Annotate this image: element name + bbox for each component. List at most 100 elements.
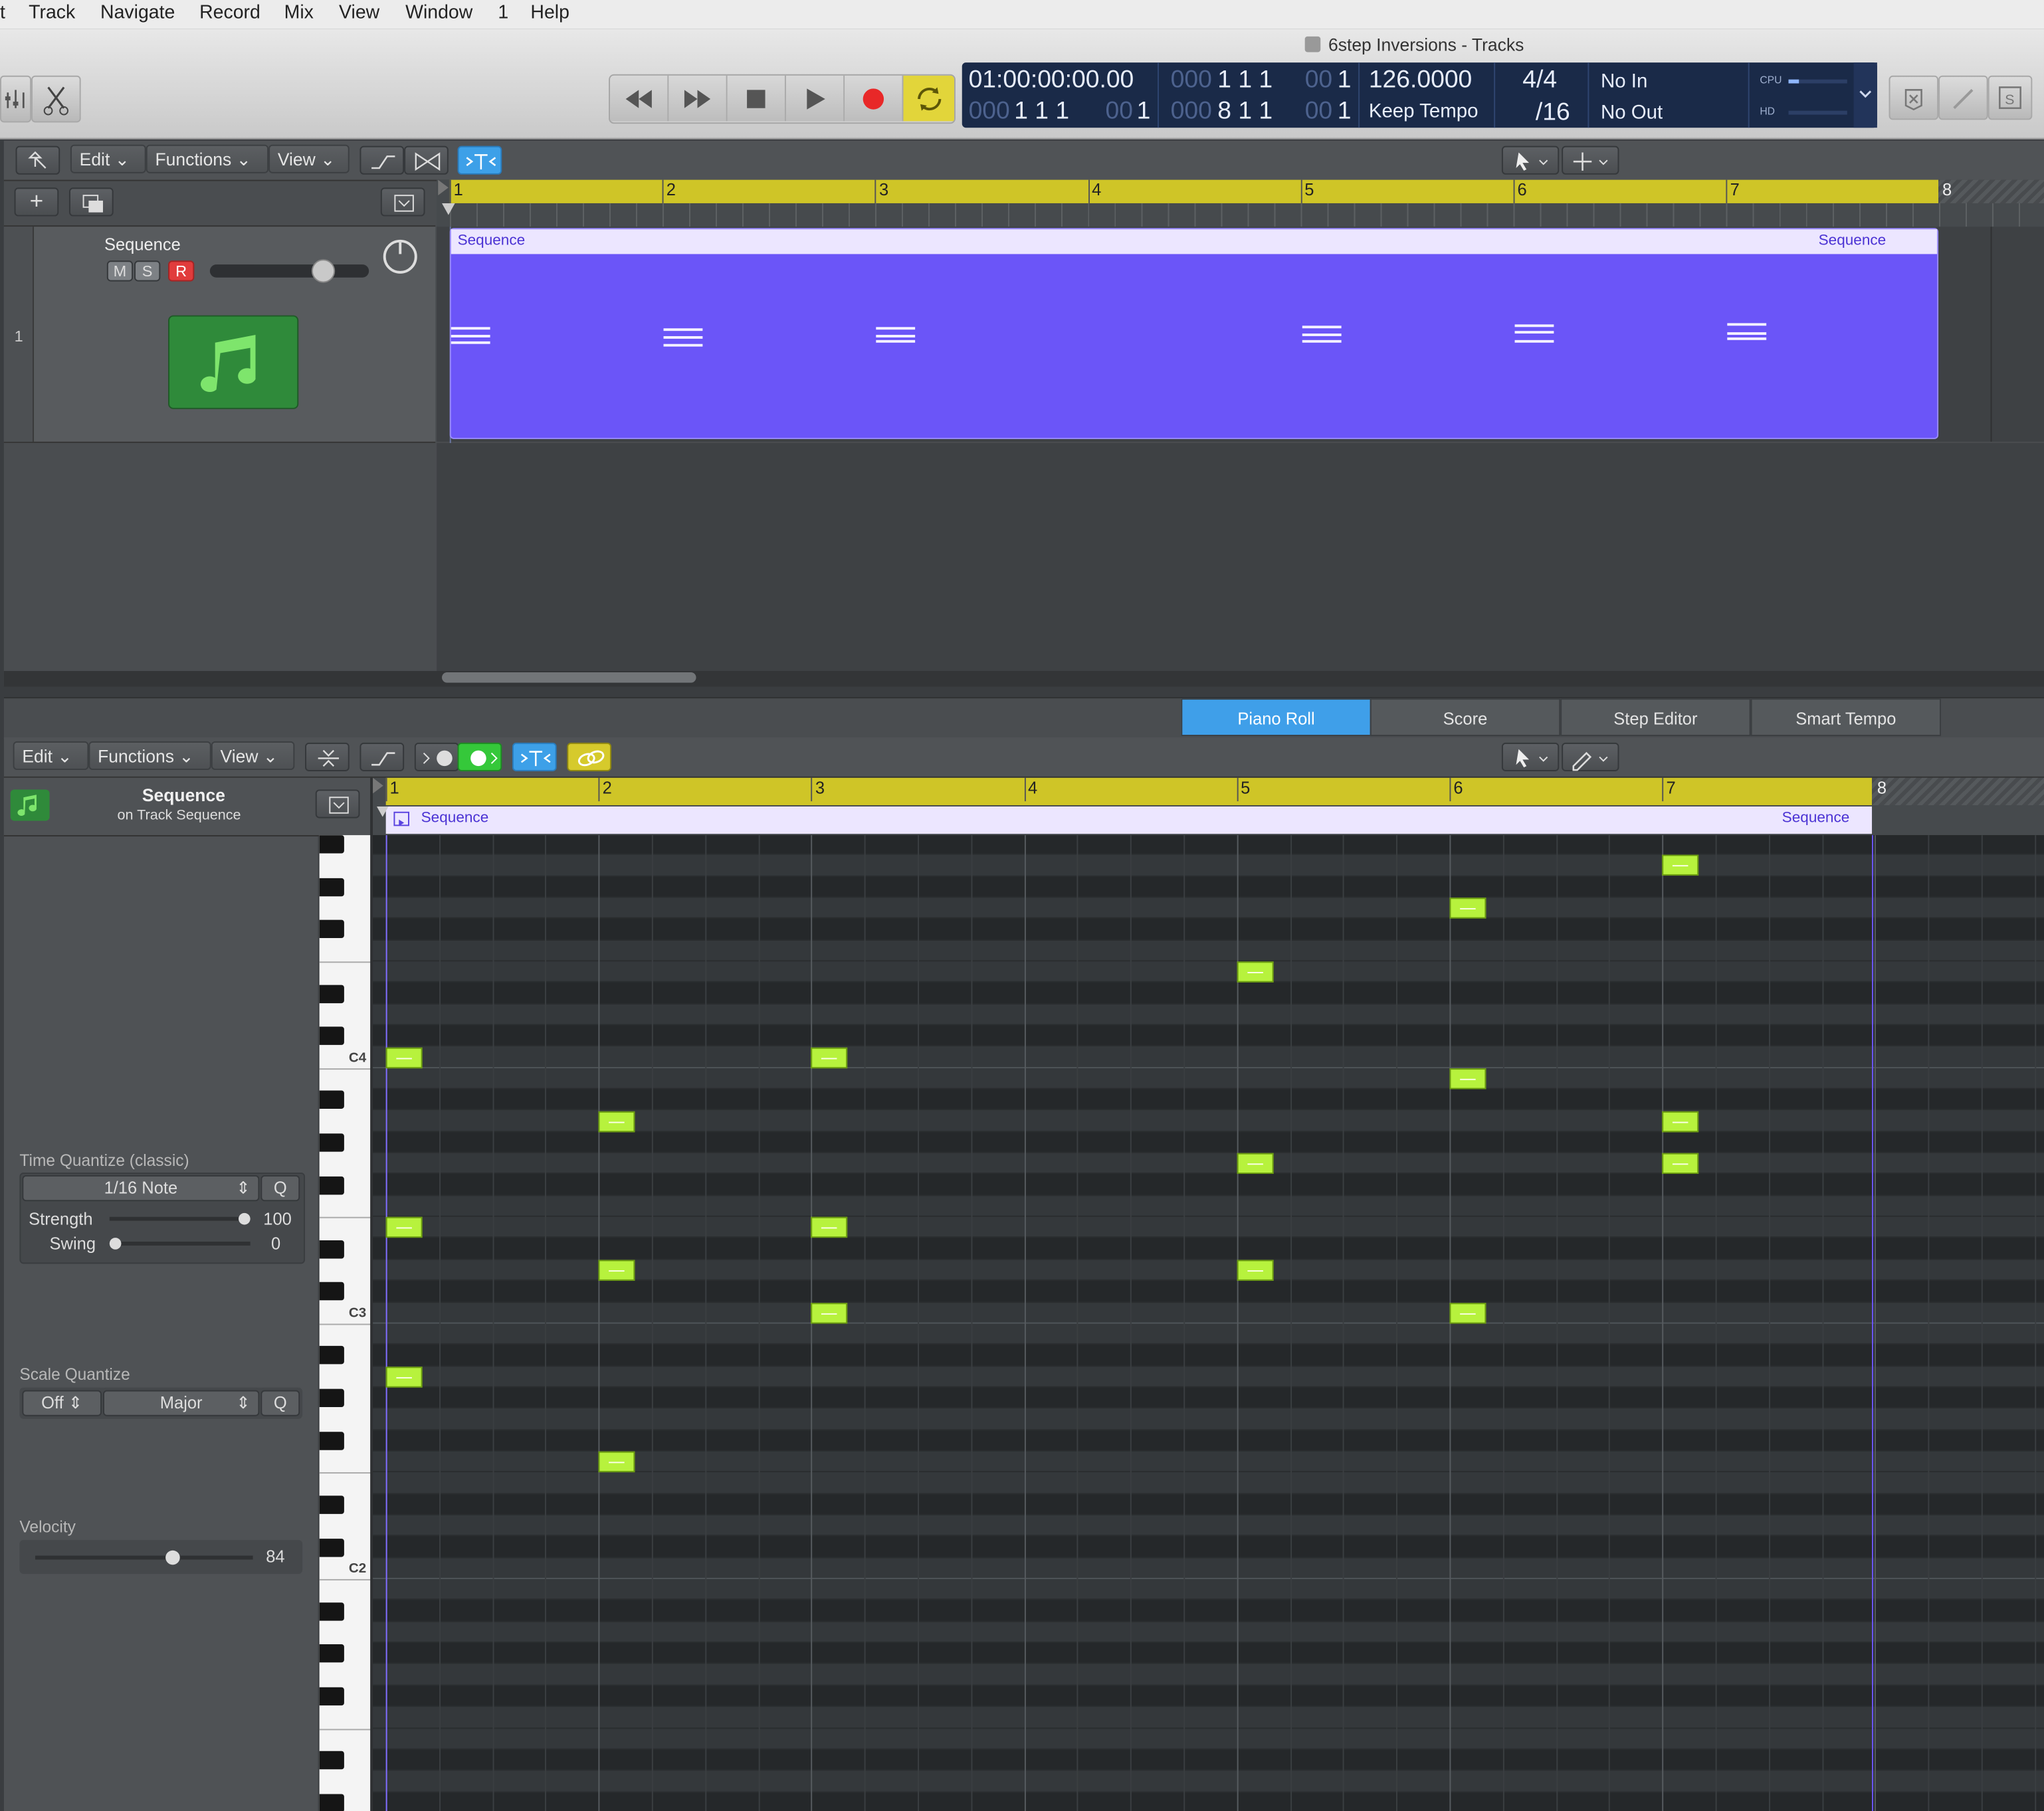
track-icon[interactable] bbox=[168, 315, 299, 409]
play-button[interactable] bbox=[785, 75, 845, 122]
black-key[interactable] bbox=[319, 1346, 344, 1365]
catch-playhead-button[interactable] bbox=[457, 145, 502, 175]
midi-note[interactable] bbox=[811, 1217, 848, 1238]
tracks-edit-menu[interactable]: Edit ⌄ bbox=[70, 144, 146, 173]
midi-note[interactable] bbox=[1662, 1110, 1699, 1132]
midi-note[interactable] bbox=[598, 1260, 635, 1281]
menu-item-mix[interactable]: Mix bbox=[284, 3, 314, 23]
black-key[interactable] bbox=[319, 1602, 344, 1620]
volume-slider[interactable] bbox=[209, 264, 369, 278]
record-enable-button[interactable]: R bbox=[168, 260, 195, 282]
swing-knob[interactable] bbox=[109, 1238, 122, 1250]
black-key[interactable] bbox=[319, 878, 344, 896]
record-button[interactable] bbox=[845, 75, 904, 122]
back-button[interactable] bbox=[15, 145, 60, 175]
track-name[interactable]: Sequence bbox=[104, 235, 181, 254]
piano-playhead-marker[interactable] bbox=[376, 806, 390, 822]
menu-item-1[interactable]: 1 bbox=[498, 3, 508, 23]
midi-note[interactable] bbox=[598, 1110, 635, 1132]
midi-note[interactable] bbox=[1662, 1153, 1699, 1175]
piano-keyboard[interactable]: C4 C3 C2 bbox=[319, 835, 372, 1811]
menu-item-record[interactable]: Record bbox=[199, 3, 260, 23]
piano-region-header[interactable]: Sequence Sequence bbox=[385, 806, 1873, 834]
tab-step-editor[interactable]: Step Editor bbox=[1560, 698, 1751, 737]
tracks-functions-menu[interactable]: Functions ⌄ bbox=[146, 144, 269, 173]
browser-toggle-button[interactable]: S bbox=[1988, 75, 2033, 120]
piano-right-tool-menu[interactable] bbox=[1562, 742, 1619, 772]
midi-note[interactable] bbox=[1237, 961, 1274, 983]
midi-in-button[interactable] bbox=[414, 742, 459, 772]
tempo-mode[interactable]: Keep Tempo bbox=[1369, 100, 1479, 122]
solo-button[interactable]: S bbox=[134, 260, 161, 282]
midi-note[interactable] bbox=[1237, 1260, 1274, 1281]
horizontal-scroll-track[interactable] bbox=[3, 670, 2044, 687]
midi-note[interactable] bbox=[1449, 898, 1486, 919]
add-track-button[interactable]: + bbox=[14, 187, 59, 217]
tab-smart-tempo[interactable]: Smart Tempo bbox=[1750, 698, 1942, 737]
link-button[interactable] bbox=[567, 742, 612, 772]
midi-note[interactable] bbox=[385, 1217, 423, 1238]
piano-roll-grid[interactable] bbox=[373, 835, 2044, 1811]
menu-item-app[interactable]: t bbox=[0, 3, 5, 23]
cycle-start-marker[interactable] bbox=[438, 179, 451, 201]
duplicate-track-button[interactable] bbox=[68, 187, 114, 217]
midi-note[interactable] bbox=[385, 1046, 423, 1068]
automation-button[interactable] bbox=[359, 145, 405, 175]
black-key[interactable] bbox=[319, 984, 344, 1003]
black-key[interactable] bbox=[319, 1751, 344, 1770]
menu-item-help[interactable]: Help bbox=[530, 3, 569, 23]
stop-button[interactable] bbox=[727, 75, 786, 122]
midi-note[interactable] bbox=[1237, 1153, 1274, 1175]
menu-item-view[interactable]: View bbox=[339, 3, 379, 23]
pan-knob[interactable] bbox=[383, 239, 417, 274]
scale-root-select[interactable]: Off ⇕ bbox=[22, 1390, 102, 1416]
swing-value[interactable]: 0 bbox=[271, 1234, 280, 1253]
menu-item-navigate[interactable]: Navigate bbox=[100, 3, 175, 23]
strength-knob[interactable] bbox=[238, 1212, 251, 1225]
volume-slider-knob[interactable] bbox=[311, 259, 336, 283]
flex-button[interactable] bbox=[404, 145, 449, 175]
fast-forward-button[interactable] bbox=[668, 75, 728, 122]
horizontal-scrollbar[interactable] bbox=[442, 672, 696, 683]
menu-item-track[interactable]: Track bbox=[29, 3, 75, 23]
piano-view-menu[interactable]: View ⌄ bbox=[211, 741, 295, 771]
division[interactable]: /16 bbox=[1536, 99, 1570, 128]
black-key[interactable] bbox=[319, 1687, 344, 1706]
tracks-view-menu[interactable]: View ⌄ bbox=[268, 144, 350, 173]
black-key[interactable] bbox=[319, 1090, 344, 1109]
global-tracks-button[interactable] bbox=[380, 187, 425, 217]
rewind-button[interactable] bbox=[610, 75, 669, 122]
black-key[interactable] bbox=[319, 1026, 344, 1046]
time-signature[interactable]: 4/4 bbox=[1522, 66, 1557, 95]
midi-note[interactable] bbox=[811, 1302, 848, 1323]
region-play-icon[interactable] bbox=[393, 811, 409, 826]
black-key[interactable] bbox=[319, 1176, 344, 1194]
black-key[interactable] bbox=[319, 1431, 344, 1450]
midi-note[interactable] bbox=[385, 1366, 423, 1388]
left-tool-menu[interactable] bbox=[1501, 145, 1560, 175]
tab-score[interactable]: Score bbox=[1370, 698, 1561, 737]
black-key[interactable] bbox=[319, 1133, 344, 1152]
scale-type-select[interactable]: Major ⇕ bbox=[102, 1390, 260, 1416]
mute-button[interactable]: M bbox=[106, 260, 134, 282]
velocity-slider[interactable] bbox=[35, 1550, 253, 1565]
mixer-toggle-button[interactable] bbox=[0, 75, 32, 123]
tab-piano-roll[interactable]: Piano Roll bbox=[1181, 698, 1372, 737]
velocity-value[interactable]: 84 bbox=[266, 1547, 284, 1566]
time-quantize-select[interactable]: 1/16 Note ⇕ bbox=[22, 1175, 260, 1202]
midi-note[interactable] bbox=[811, 1046, 848, 1068]
scissors-tool-button[interactable] bbox=[31, 75, 81, 123]
inspector-collapse-button[interactable] bbox=[315, 789, 360, 818]
piano-catch-button[interactable] bbox=[512, 742, 557, 772]
midi-note[interactable] bbox=[1449, 1068, 1486, 1090]
lcd-dropdown-button[interactable] bbox=[1853, 62, 1877, 128]
black-key[interactable] bbox=[319, 1388, 344, 1408]
midi-region[interactable]: Sequence Sequence bbox=[449, 228, 1939, 439]
track-header[interactable]: 1 Sequence M S R bbox=[3, 227, 436, 443]
swing-slider[interactable] bbox=[109, 1238, 251, 1250]
piano-cycle-marker[interactable] bbox=[373, 777, 386, 799]
tracks-ruler[interactable]: 1 2 3 4 5 6 7 bbox=[449, 179, 1939, 203]
piano-edit-menu[interactable]: Edit ⌄ bbox=[13, 741, 89, 771]
midi-note[interactable] bbox=[1662, 855, 1699, 876]
lcd-display[interactable]: 01:00:00:00.00 000 1 1 1 00 1 000 1 1 1 … bbox=[962, 62, 1877, 128]
